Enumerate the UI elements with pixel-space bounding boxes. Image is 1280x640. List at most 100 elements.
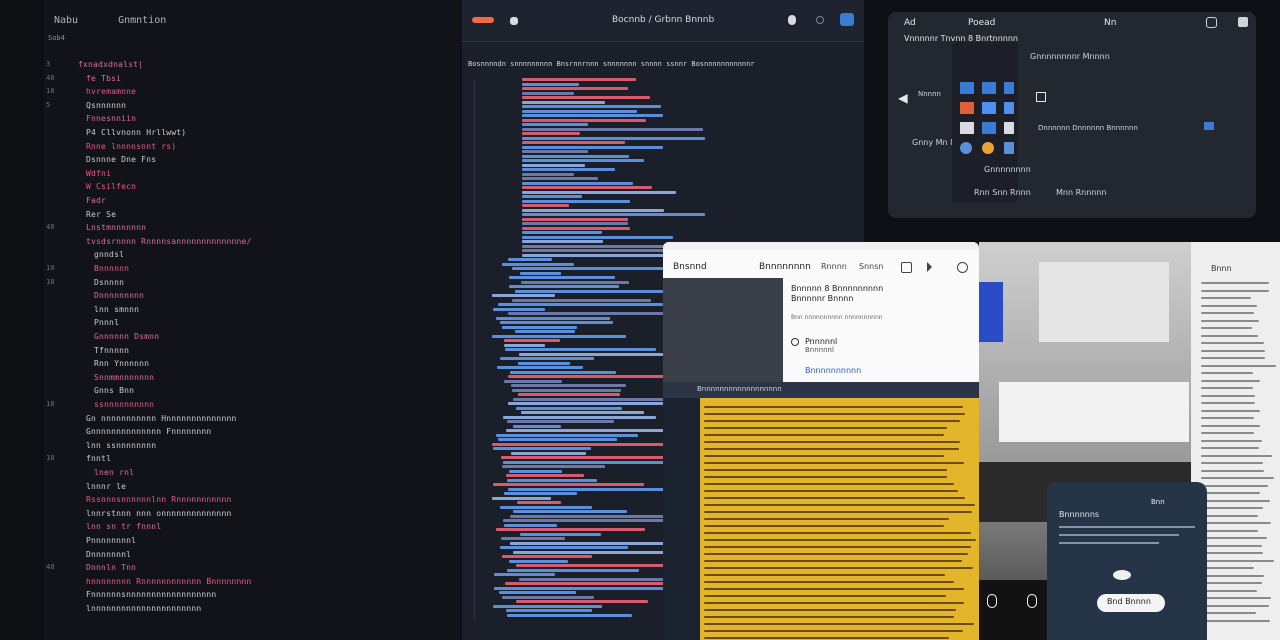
- code-stripe: [522, 105, 661, 108]
- doc-line: [1201, 567, 1254, 569]
- doc-line: [1201, 289, 1270, 292]
- doc-line: [1201, 597, 1272, 599]
- option-radio[interactable]: [791, 338, 799, 346]
- code-stripe: [494, 573, 556, 576]
- mic-icon[interactable]: [987, 594, 997, 608]
- app-tile-icon[interactable]: [982, 122, 996, 134]
- lock-icon[interactable]: [1027, 594, 1037, 608]
- bell-icon[interactable]: [788, 15, 796, 25]
- app-tile-icon[interactable]: [1004, 82, 1014, 94]
- doc-line: [1201, 417, 1254, 419]
- code-line: Rssnnnsnnnnnnlnn Rnnnnnnnnnnn: [86, 495, 232, 505]
- window-icon[interactable]: [510, 17, 518, 25]
- code-stripe: [493, 483, 645, 486]
- line-number: 3: [46, 60, 51, 68]
- card-back-label[interactable]: Bnsnnd: [673, 262, 707, 272]
- code-stripe: [493, 307, 546, 311]
- record-icon[interactable]: [472, 17, 494, 23]
- doc-line: [1201, 357, 1265, 359]
- option-label[interactable]: Pnnnnnl: [805, 337, 837, 346]
- doc-line: [704, 637, 949, 639]
- card-close-icon[interactable]: [927, 262, 937, 272]
- code-line: Fnnnnnnsnnnnnnnnnnnnnnnnnn: [86, 590, 217, 600]
- doc-line: [1201, 402, 1255, 404]
- code-stripe: [517, 501, 562, 504]
- code-stripe: [522, 195, 583, 198]
- doc-line: [1201, 477, 1275, 479]
- code-stripe: [504, 523, 557, 527]
- app-tile-icon[interactable]: [982, 82, 996, 94]
- app-tile-icon[interactable]: [982, 142, 994, 154]
- middle-toolbar: Bocnnb / Grbnn Bnnnb: [462, 0, 864, 42]
- doc-line: [1201, 334, 1258, 337]
- code-line: lnnrstnnn nnn onnnnnnnnnnnnnn: [86, 508, 232, 518]
- share-icon[interactable]: [840, 13, 854, 26]
- code-line: lnn sn tr fnnnl: [86, 522, 162, 532]
- code-line: Dnnnln Tnn: [86, 563, 137, 573]
- code-stripe: [505, 582, 675, 585]
- dialog-card: Bnsnnd Bnnnnnnnn Rnnnn Snnsn Bnnnnn 8 Bn…: [663, 242, 979, 382]
- app-tile-icon[interactable]: [960, 102, 974, 114]
- card-menu-icon[interactable]: [901, 262, 912, 273]
- app-tile-icon[interactable]: [982, 102, 996, 114]
- app-tile-icon[interactable]: [1004, 102, 1014, 114]
- code-stripe: [522, 204, 570, 207]
- left-code-editor: Nabu Gnmntion Sob4 3 fxnadxdnalst| 48 fe Tb…: [0, 0, 460, 640]
- code-line: P4 Cllvnonn Hrllwwt): [86, 128, 187, 137]
- code-stripe: [507, 420, 614, 423]
- doc-line: [704, 623, 975, 625]
- card-tab-b[interactable]: Snnsn: [859, 262, 883, 271]
- code-stripe: [509, 469, 562, 473]
- doc-line: [704, 595, 946, 597]
- doc-line: [704, 420, 960, 422]
- panel-close-icon[interactable]: [1238, 17, 1248, 27]
- doc-line: [1201, 514, 1258, 517]
- app-tile-icon[interactable]: [1004, 142, 1014, 154]
- settings-footer-right: Mnn Rnnnnn: [1056, 188, 1107, 197]
- code-stripe: [506, 609, 593, 612]
- code-stripe: [522, 141, 625, 144]
- doc-line: [1201, 582, 1262, 584]
- code-stripe: [497, 366, 583, 369]
- doc-line: [704, 581, 954, 583]
- toggle-label: Nnnnn: [918, 90, 941, 98]
- toggle-icon[interactable]: [1204, 122, 1214, 130]
- middle-title: Bocnnb / Grbnn Bnnnb: [612, 15, 715, 25]
- code-stripe: [513, 510, 627, 513]
- panel-settings-icon[interactable]: [1206, 17, 1217, 28]
- code-line: Dsnnne Dne Fns: [86, 155, 157, 165]
- app-tile-icon[interactable]: [960, 122, 974, 134]
- phone-action-button[interactable]: Bnd Bnnnn: [1097, 594, 1165, 612]
- code-stripe: [504, 339, 561, 342]
- tab-gnmntion[interactable]: Gnmntion: [118, 15, 166, 26]
- code-stripe: [522, 240, 603, 243]
- code-line: Gnnnnnn Dsmnn: [94, 332, 160, 341]
- code-line: Dnnnnnnnnn: [94, 291, 145, 301]
- back-arrow-icon[interactable]: ◀: [898, 88, 908, 107]
- card-tab-a[interactable]: Rnnnn: [821, 262, 847, 271]
- settings-list-item[interactable]: Dnnnnnn Dnnnnnn Bnnnnnn: [1038, 124, 1138, 132]
- doc-line: [704, 546, 972, 548]
- code-stripe: [500, 357, 594, 360]
- code-stripe: [522, 190, 676, 194]
- code-line: Wdfni: [86, 168, 112, 178]
- code-stripe: [521, 411, 645, 414]
- doc-line: [704, 476, 947, 478]
- code-stripe: [505, 348, 656, 351]
- doc-line: [1201, 432, 1254, 434]
- app-tile-icon[interactable]: [960, 142, 972, 154]
- app-tile-icon[interactable]: [1004, 122, 1014, 134]
- circle-icon[interactable]: [816, 16, 824, 24]
- doc-line: [704, 630, 964, 632]
- tab-nabu[interactable]: Nabu: [54, 15, 78, 26]
- doc-line: [704, 448, 959, 450]
- doc-line: [1201, 447, 1260, 449]
- card-more-icon[interactable]: [957, 262, 968, 273]
- left-gutter: [0, 0, 44, 640]
- doc-line: [1201, 499, 1271, 502]
- code-stripe: [511, 384, 626, 387]
- code-stripe: [498, 438, 618, 441]
- code-line: lnnnnnnnnnnnnnnnnnnnnnn: [86, 604, 202, 613]
- app-tile-icon[interactable]: [960, 82, 974, 94]
- card-link[interactable]: Bnnnnnnnnnn: [805, 366, 861, 375]
